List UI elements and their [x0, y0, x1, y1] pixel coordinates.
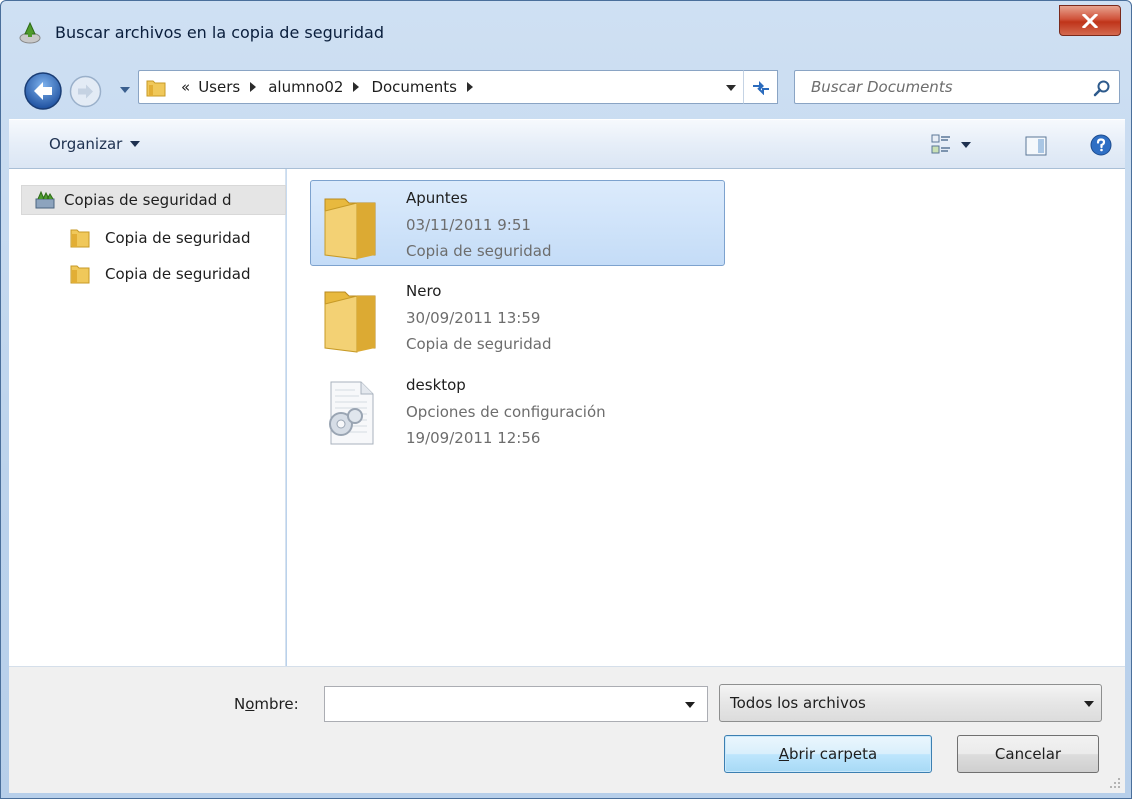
- file-name: Apuntes: [406, 189, 468, 207]
- forward-button[interactable]: [69, 75, 102, 108]
- folder-icon: [324, 198, 376, 260]
- open-label: brir carpeta: [789, 745, 878, 763]
- nav-label: Copia de seguridad: [105, 229, 251, 247]
- file-type: Opciones de configuración: [406, 403, 606, 421]
- address-bar[interactable]: « Users alumno02 Documents: [138, 70, 778, 104]
- file-type: Copia de seguridad: [406, 242, 552, 260]
- chevron-right-icon[interactable]: [250, 82, 257, 92]
- filename-label-pre: N: [234, 695, 246, 713]
- filename-label-post: mbre:: [254, 695, 299, 713]
- back-button[interactable]: [23, 71, 63, 111]
- file-name: Nero: [406, 282, 442, 300]
- folder-icon: [70, 229, 90, 248]
- nav-item-backups[interactable]: Copias de seguridad d: [21, 185, 286, 215]
- breadcrumb-documents[interactable]: Documents: [371, 78, 457, 96]
- view-tiles-icon: [931, 134, 950, 154]
- file-item-nero[interactable]: Nero 30/09/2011 13:59 Copia de seguridad: [310, 273, 725, 359]
- file-type-select[interactable]: Todos los archivos: [719, 684, 1102, 722]
- nav-label: Copias de seguridad d: [64, 191, 232, 209]
- settings-file-icon: [329, 381, 374, 445]
- open-accel: A: [778, 745, 790, 763]
- help-icon[interactable]: [1090, 134, 1112, 156]
- filename-combo[interactable]: [324, 686, 708, 722]
- address-history-dropdown[interactable]: [726, 85, 736, 91]
- breadcrumb-alumno02[interactable]: alumno02: [268, 78, 343, 96]
- file-date: 30/09/2011 13:59: [406, 309, 541, 327]
- window-title: Buscar archivos en la copia de seguridad: [55, 23, 384, 42]
- chevron-right-icon[interactable]: [353, 82, 360, 92]
- search-input[interactable]: [795, 71, 1085, 103]
- file-name: desktop: [406, 376, 466, 394]
- resize-grip-icon[interactable]: [1107, 775, 1121, 789]
- search-box[interactable]: [794, 70, 1120, 104]
- nav-item-copy-2[interactable]: Copia de seguridad: [69, 259, 286, 289]
- folder-icon: [70, 265, 90, 284]
- nav-item-copy-1[interactable]: Copia de seguridad: [69, 223, 286, 253]
- recent-pages-dropdown[interactable]: [119, 85, 131, 95]
- file-date: 19/09/2011 12:56: [406, 429, 541, 447]
- nav-label: Copia de seguridad: [105, 265, 251, 283]
- preview-pane-icon[interactable]: [1025, 136, 1047, 156]
- backup-restore-icon: [19, 21, 41, 44]
- file-date: 03/11/2011 9:51: [406, 216, 531, 234]
- file-item-apuntes[interactable]: Apuntes 03/11/2011 9:51 Copia de segurid…: [310, 180, 725, 266]
- navigation-pane: Copias de seguridad d Copia de seguridad…: [9, 169, 286, 666]
- backup-location-icon: [35, 190, 55, 209]
- bottom-panel: Nombre: Todos los archivos Abrir carpeta…: [9, 666, 1125, 793]
- chevron-down-icon: [1084, 701, 1094, 707]
- chevron-down-icon[interactable]: [685, 702, 695, 708]
- folder-icon: [146, 80, 166, 97]
- file-item-desktop[interactable]: desktop Opciones de configuración 19/09/…: [310, 367, 725, 453]
- close-icon: [1082, 13, 1098, 28]
- chevron-down-icon: [961, 142, 971, 148]
- dialog-window: Buscar archivos en la copia de seguridad: [0, 0, 1132, 799]
- title-bar: Buscar archivos en la copia de seguridad: [1, 1, 1131, 61]
- change-view-button[interactable]: [931, 133, 987, 157]
- refresh-button[interactable]: [743, 70, 778, 104]
- chevron-down-icon: [130, 141, 141, 147]
- file-type: Copia de seguridad: [406, 335, 552, 353]
- cancel-button[interactable]: Cancelar: [957, 735, 1099, 773]
- chevron-right-icon[interactable]: [466, 82, 473, 92]
- breadcrumb: « Users alumno02 Documents: [181, 78, 485, 96]
- file-type-value: Todos los archivos: [730, 694, 866, 712]
- search-icon[interactable]: [1093, 79, 1111, 97]
- filename-label: Nombre:: [234, 695, 299, 713]
- file-list: Apuntes 03/11/2011 9:51 Copia de segurid…: [287, 169, 1125, 666]
- open-folder-button[interactable]: Abrir carpeta: [724, 735, 932, 773]
- refresh-icon: [752, 81, 769, 95]
- breadcrumb-overflow[interactable]: «: [181, 78, 190, 96]
- organize-label: Organizar: [49, 135, 123, 153]
- filename-input[interactable]: [325, 687, 675, 721]
- organize-button[interactable]: Organizar: [49, 135, 141, 153]
- breadcrumb-users[interactable]: Users: [198, 78, 240, 96]
- close-button[interactable]: [1059, 5, 1121, 36]
- folder-icon: [324, 291, 376, 353]
- command-bar: Organizar: [9, 119, 1125, 169]
